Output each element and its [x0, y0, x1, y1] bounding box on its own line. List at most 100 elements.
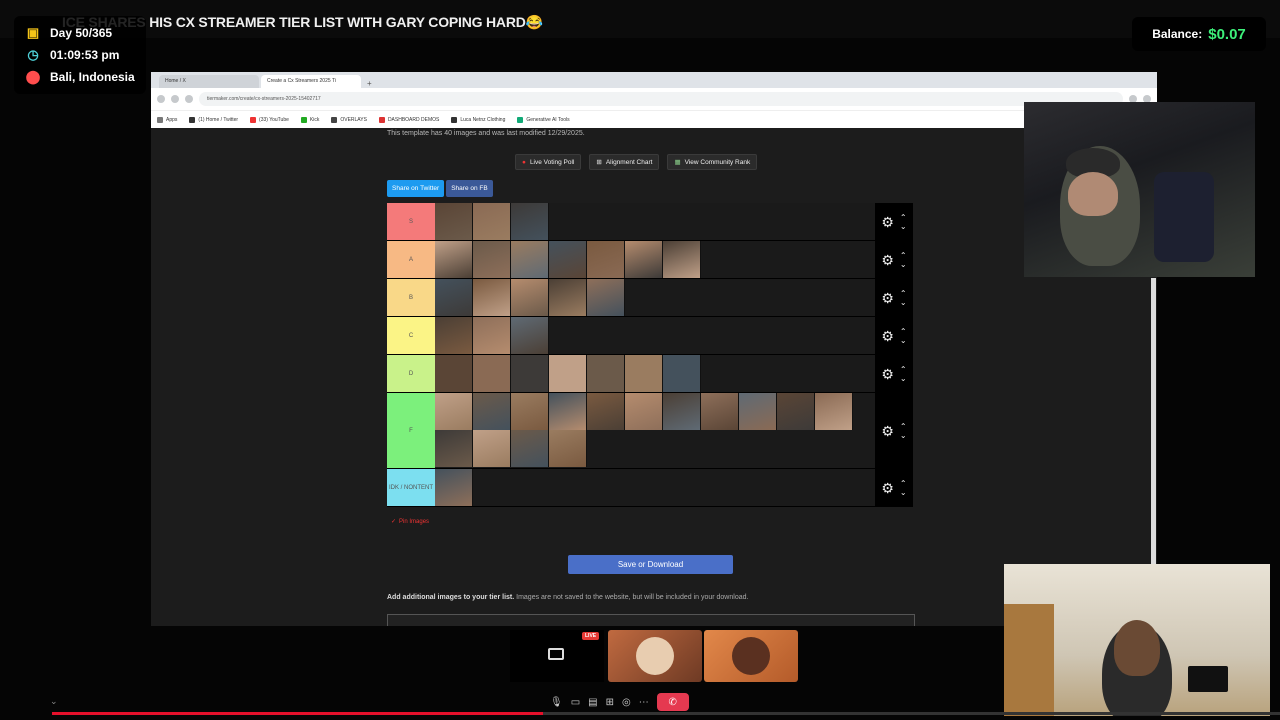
share-fb-button[interactable]: Share on FB	[446, 180, 493, 197]
bookmark-item[interactable]: (33) YouTube	[250, 116, 289, 123]
gear-icon[interactable]: ⚙	[881, 215, 894, 229]
chat-icon[interactable]: ▤	[588, 697, 597, 708]
streamer-thumbnail[interactable]	[587, 393, 625, 430]
share-twitter-button[interactable]: Share on Twitter	[387, 180, 445, 197]
chevron-down-icon[interactable]: ⌄	[900, 336, 907, 345]
chevron-up-icon[interactable]: ⌃	[900, 213, 907, 222]
streamer-thumbnail[interactable]	[473, 393, 511, 430]
streamer-thumbnail[interactable]	[435, 469, 473, 506]
pin-images-toggle[interactable]: ✓ Pin Images	[391, 518, 432, 525]
streamer-thumbnail[interactable]	[739, 393, 777, 430]
chevron-up-icon[interactable]: ⌃	[900, 327, 907, 336]
chevron-down-icon[interactable]: ⌄	[900, 488, 907, 497]
streamer-thumbnail[interactable]	[473, 355, 511, 392]
streamer-thumbnail[interactable]	[435, 203, 473, 240]
gear-icon[interactable]: ⚙	[881, 291, 894, 305]
streamer-thumbnail[interactable]	[473, 203, 511, 240]
back-icon[interactable]	[157, 95, 165, 103]
streamer-thumbnail[interactable]	[473, 317, 511, 354]
gear-icon[interactable]: ⚙	[881, 481, 894, 495]
streamer-thumbnail[interactable]	[511, 203, 549, 240]
more-icon[interactable]: ⋯	[639, 697, 649, 708]
camera-icon[interactable]: ▭	[571, 697, 580, 708]
stream-progress-bar[interactable]	[52, 712, 1280, 715]
scrollbar[interactable]	[1151, 278, 1156, 564]
streamer-thumbnail[interactable]	[435, 317, 473, 354]
chevron-up-icon[interactable]: ⌃	[900, 365, 907, 374]
streamer-thumbnail[interactable]	[549, 241, 587, 278]
streamer-thumbnail[interactable]	[549, 430, 587, 467]
chevron-down-icon[interactable]: ⌄	[900, 222, 907, 231]
streamer-thumbnail[interactable]	[511, 355, 549, 392]
streamer-thumbnail[interactable]	[663, 355, 701, 392]
streamer-thumbnail[interactable]	[663, 393, 701, 430]
bookmark-item[interactable]: Generative AI Tools	[517, 116, 570, 123]
streamer-thumbnail[interactable]	[777, 393, 815, 430]
streamer-thumbnail[interactable]	[435, 430, 473, 467]
chevron-down-icon[interactable]: ⌄	[900, 260, 907, 269]
streamer-thumbnail[interactable]	[473, 241, 511, 278]
gear-icon[interactable]: ⚙	[881, 253, 894, 267]
streamer-thumbnail[interactable]	[549, 279, 587, 316]
view-community-rank-button[interactable]: ▦ View Community Rank	[667, 154, 758, 170]
tier-label[interactable]: C	[387, 317, 435, 354]
streamer-thumbnail[interactable]	[435, 279, 473, 316]
tier-label[interactable]: A	[387, 241, 435, 278]
tier-label[interactable]: F	[387, 393, 435, 468]
browser-tab-tiermaker[interactable]: Create a Cx Streamers 2025 Ti	[261, 75, 361, 88]
streamer-thumbnail[interactable]	[435, 355, 473, 392]
streamer-thumbnail[interactable]	[625, 355, 663, 392]
streamer-thumbnail[interactable]	[625, 393, 663, 430]
tier-label[interactable]: S	[387, 203, 435, 240]
end-call-button[interactable]: ✆	[656, 693, 689, 711]
streamer-thumbnail[interactable]	[701, 393, 739, 430]
bookmark-item[interactable]: DASHBOARD DEMOS	[378, 116, 439, 123]
streamer-thumbnail[interactable]	[549, 393, 587, 430]
new-tab-icon[interactable]: +	[363, 79, 376, 88]
save-or-download-button[interactable]: Save or Download	[568, 555, 733, 574]
upload-box[interactable]	[387, 614, 915, 626]
chevron-up-icon[interactable]: ⌃	[900, 479, 907, 488]
url-field[interactable]: tiermaker.com/create/cx-streamers-2025-1…	[199, 92, 1123, 106]
streamer-thumbnail[interactable]	[587, 355, 625, 392]
alignment-chart-button[interactable]: ⊞ Alignment Chart	[589, 154, 660, 170]
forward-icon[interactable]	[171, 95, 179, 103]
streamer-thumbnail[interactable]	[511, 430, 549, 467]
tier-label[interactable]: D	[387, 355, 435, 392]
chevron-up-icon[interactable]: ⌃	[900, 251, 907, 260]
bookmark-item[interactable]: (1) Home / Twitter	[189, 116, 238, 123]
gear-icon[interactable]: ⚙	[881, 367, 894, 381]
bookmark-item[interactable]: Kick	[300, 116, 319, 123]
participant-tile-1[interactable]	[608, 630, 702, 682]
streamer-thumbnail[interactable]	[511, 393, 549, 430]
reload-icon[interactable]	[185, 95, 193, 103]
effects-icon[interactable]: ◎	[622, 697, 631, 708]
participant-tile-2[interactable]	[704, 630, 798, 682]
tier-label[interactable]: B	[387, 279, 435, 316]
streamer-thumbnail[interactable]	[435, 393, 473, 430]
streamer-thumbnail[interactable]	[473, 430, 511, 467]
streamer-thumbnail[interactable]	[511, 317, 549, 354]
bookmark-item[interactable]: Apps	[157, 116, 177, 123]
grid-view-icon[interactable]: ⊞	[606, 697, 614, 708]
streamer-thumbnail[interactable]	[663, 241, 701, 278]
streamer-thumbnail[interactable]	[587, 279, 625, 316]
microphone-icon[interactable]: 🎙	[550, 697, 563, 708]
chevron-up-icon[interactable]: ⌃	[900, 289, 907, 298]
browser-tab-x[interactable]: Home / X	[159, 75, 259, 88]
streamer-thumbnail[interactable]	[511, 279, 549, 316]
gear-icon[interactable]: ⚙	[881, 424, 894, 438]
bookmark-item[interactable]: OVERLAYS	[331, 116, 367, 123]
streamer-thumbnail[interactable]	[587, 241, 625, 278]
chevron-down-icon[interactable]: ⌄	[900, 374, 907, 383]
streamer-thumbnail[interactable]	[435, 241, 473, 278]
chevron-up-icon[interactable]: ⌃	[900, 422, 907, 431]
streamer-thumbnail[interactable]	[549, 355, 587, 392]
live-voting-poll-button[interactable]: ● Live Voting Poll	[515, 154, 582, 170]
streamer-thumbnail[interactable]	[511, 241, 549, 278]
collapse-chevron-icon[interactable]: ⌄	[50, 696, 58, 707]
streamer-thumbnail[interactable]	[473, 279, 511, 316]
streamer-thumbnail[interactable]	[625, 241, 663, 278]
chevron-down-icon[interactable]: ⌄	[900, 298, 907, 307]
chevron-down-icon[interactable]: ⌄	[900, 431, 907, 440]
